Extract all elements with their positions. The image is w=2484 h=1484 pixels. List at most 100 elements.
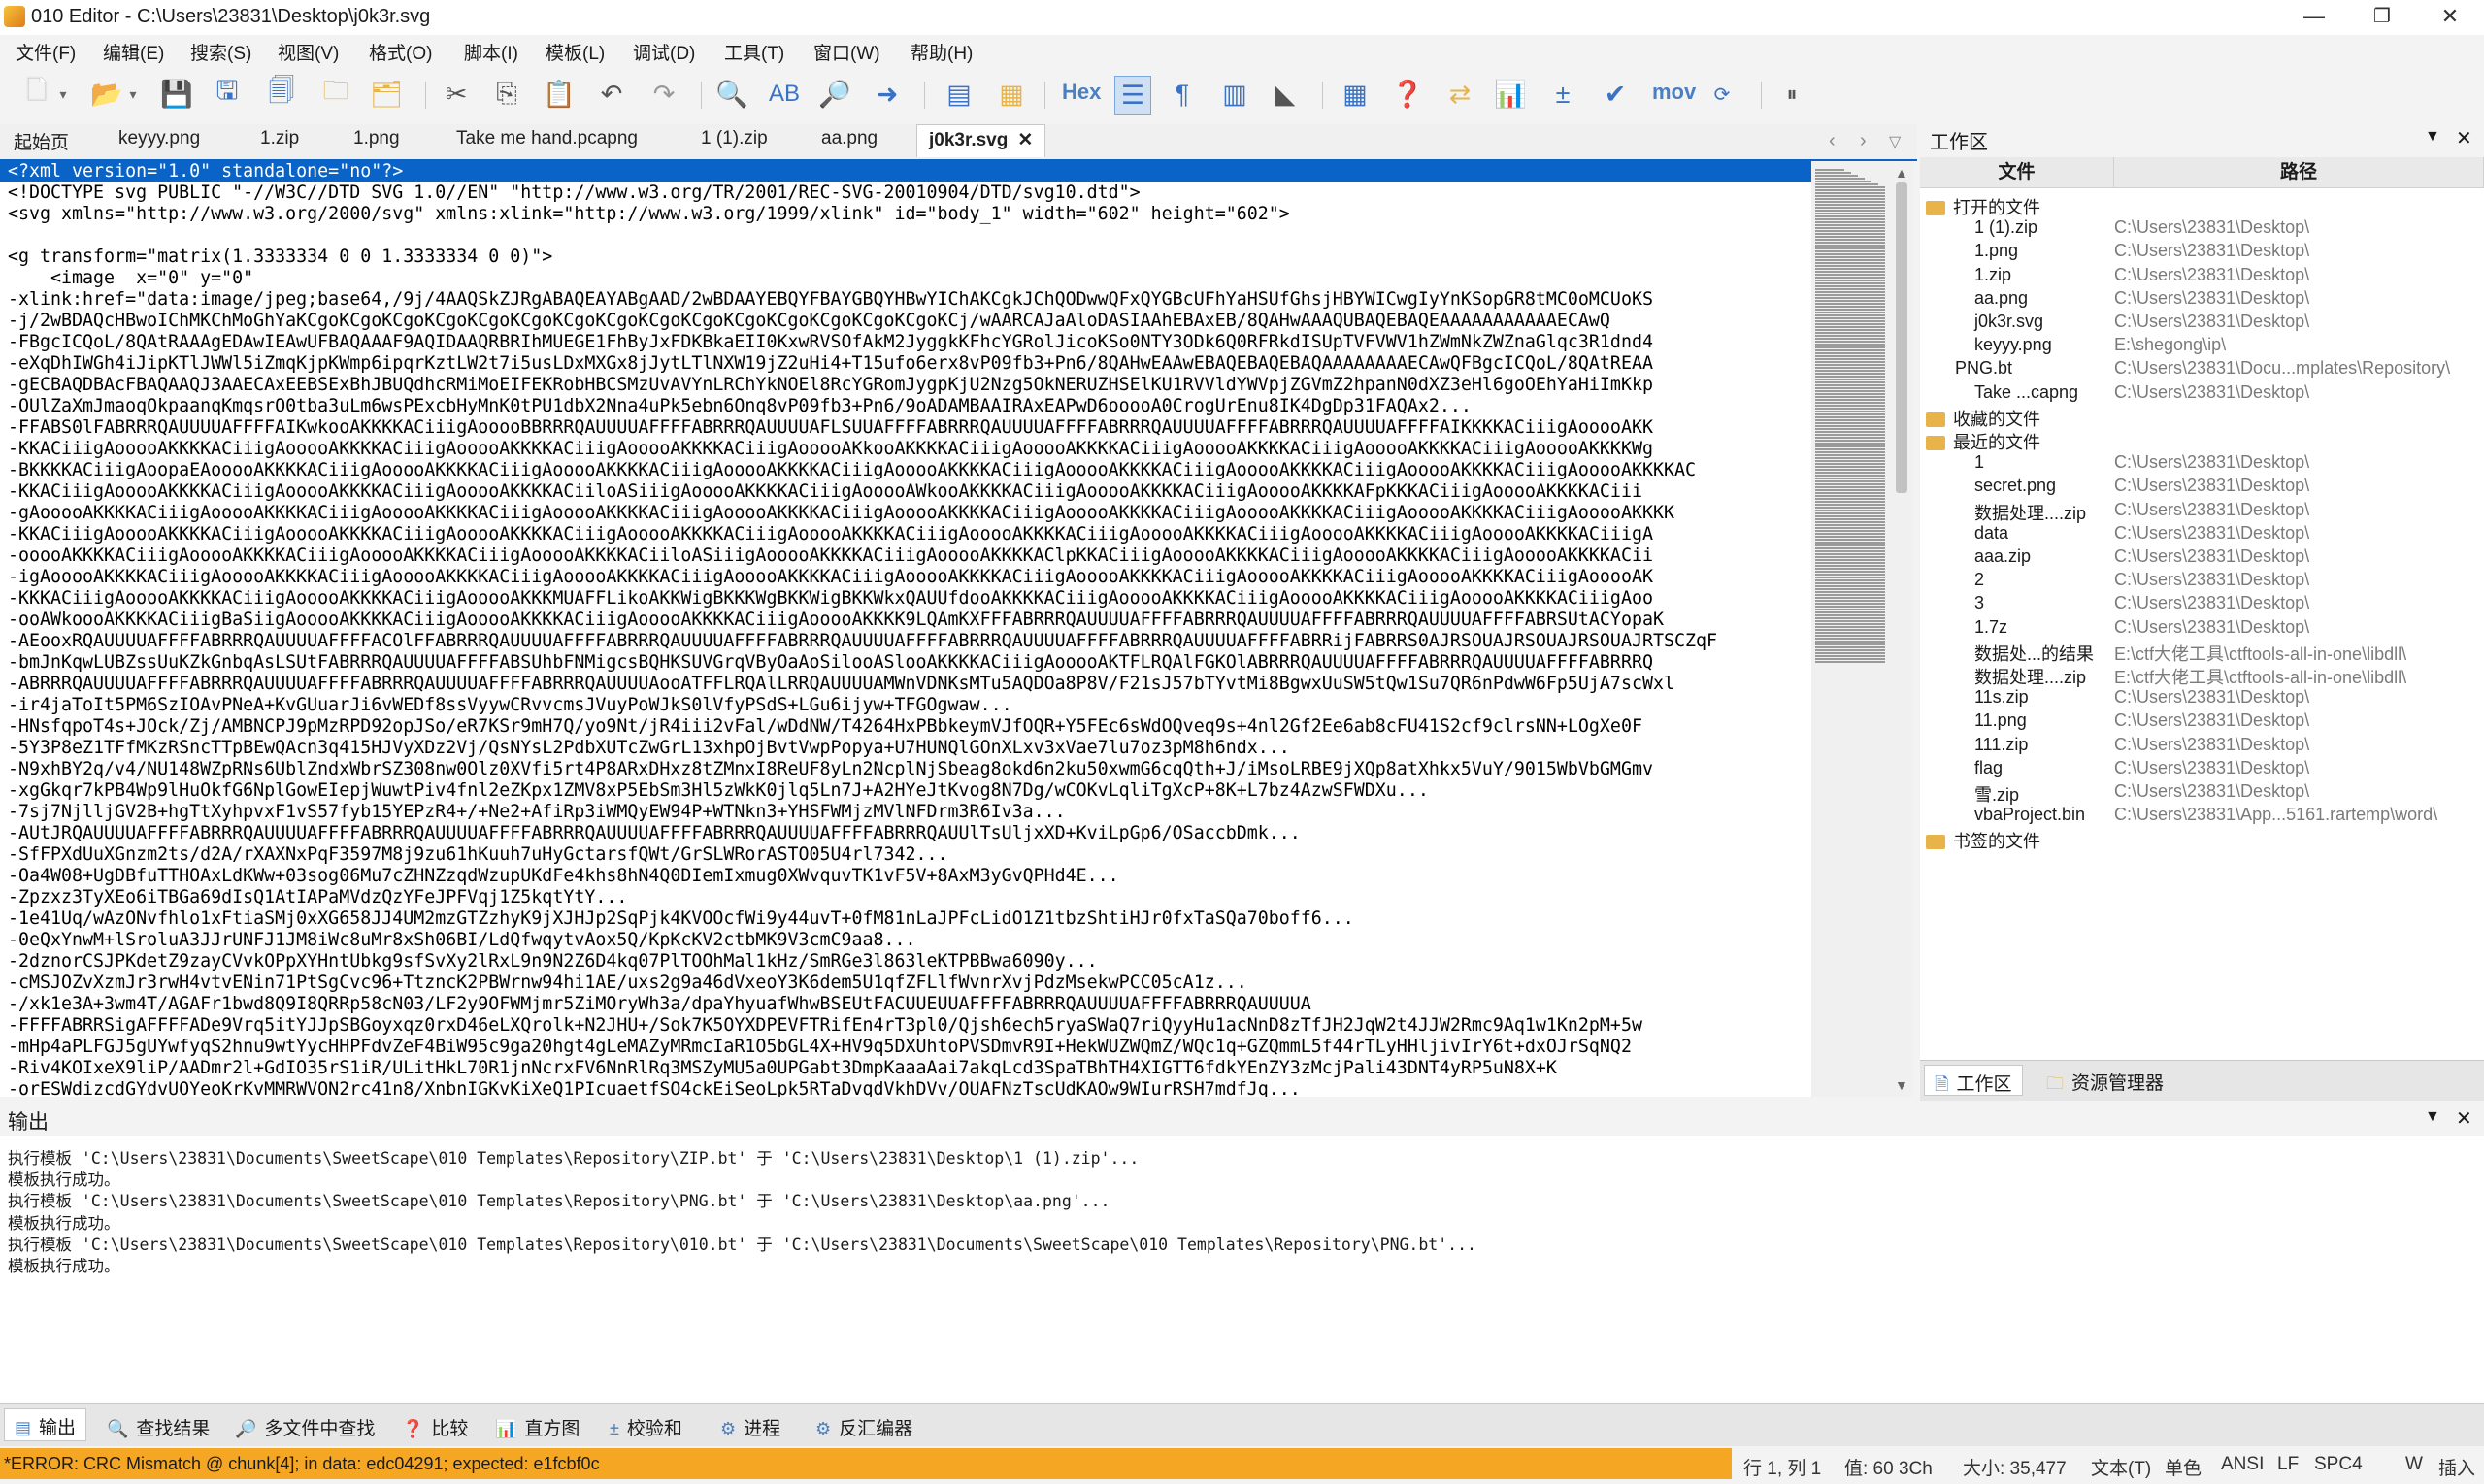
editor-line[interactable]: -SfFPXdUuXGnzm2ts/d2A/rXAXNxPqF3597M8j9z… [8, 844, 948, 866]
calculator-icon[interactable]: ▦ [1338, 76, 1373, 113]
editor-line[interactable]: -N9xhBY2q/v4/NU148WZpRNs6UblZndxWbrSZ308… [8, 759, 1653, 780]
inspector-icon[interactable]: ❓ [1390, 76, 1425, 113]
menu-script[interactable]: 脚本(I) [464, 39, 518, 65]
editor-line[interactable]: -1e41Uq/wAzONvfhlo1xFtiaSMj0xXG658JJ4UM2… [8, 908, 1354, 930]
workspace-file-row[interactable]: 雪.zip C:\Users\23831\Desktop\ [1920, 779, 2484, 805]
open-file-icon[interactable]: 📂 [89, 76, 124, 113]
group-recent-files[interactable]: 最近的文件 [1920, 427, 2484, 452]
open-folder-icon[interactable]: 🗀 [318, 76, 353, 113]
tab-take-me-hand-pcapng[interactable]: Take me hand.pcapng [456, 128, 638, 149]
hex-mode-button[interactable]: Hex [1062, 80, 1101, 105]
editor-line[interactable]: -ooAWkoooAKKKKACiiigBaSiigAooooAKKKKACii… [8, 610, 1664, 631]
editor-line[interactable]: -eXqDhIWGh4iJipKTlJWWl5iZmqKjpKWmp6ipqrK… [8, 353, 1653, 375]
cursor-position[interactable]: 行 1, 列 1 [1743, 1454, 1821, 1480]
editor-line[interactable]: -igAooooAKKKKACiiigAooooAKKKKACiiigAoooo… [8, 567, 1653, 588]
workspace-file-row[interactable]: 数据处理....zip C:\Users\23831\Desktop\ [1920, 498, 2484, 523]
editor-line[interactable]: -Oa4W08+UgDBfuTTHOAxLdKWw+03sog06Mu7cZHN… [8, 866, 1119, 887]
tab-compare[interactable]: ❓ 比较 [402, 1414, 468, 1440]
tab-list-dropdown-icon[interactable]: ▽ [1889, 132, 1901, 151]
tab-find-in-files[interactable]: 🔎 多文件中查找 [235, 1414, 375, 1440]
workspace-file-row[interactable]: 111.zip C:\Users\23831\Desktop\ [1920, 733, 2484, 756]
tab-find-results[interactable]: 🔍 查找结果 [107, 1414, 210, 1440]
editor-line[interactable]: -cMSJOZvXzmJr3rwH4vtvENin71PtSgCvc96+Ttz… [8, 973, 1247, 994]
write-mode[interactable]: W [2405, 1454, 2423, 1475]
group-favorites[interactable]: 收藏的文件 [1920, 404, 2484, 429]
editor-line[interactable]: -5Y3P8eZ1TFfMKzRSncTTpBEwQAcn3q415HJVyXD… [8, 738, 1290, 759]
tab-output[interactable]: ▤ 输出 [4, 1408, 87, 1441]
find-in-files-icon[interactable]: 🔎 [817, 76, 852, 113]
tab-1-zip[interactable]: 1.zip [260, 128, 299, 149]
editor-line[interactable]: -BKKKKACiiigAoopaEAooooAKKKKACiiigAooooA… [8, 460, 1696, 481]
editor-line[interactable]: -/xk1e3A+3wm4T/AGAFr1bwd8Q9I8QRRp58cN03/… [8, 994, 1311, 1015]
group-open-files[interactable]: 打开的文件 [1920, 192, 2484, 217]
editor-line[interactable]: <?xml version="1.0" standalone="no"?> [8, 161, 403, 182]
scroll-down-icon[interactable]: ▼ [1895, 1077, 1908, 1093]
compare-icon[interactable]: ⇄ [1442, 76, 1477, 113]
editor-line[interactable]: -KKACiiigAooooAKKKKACiiigAooooAKKKKACiii… [8, 524, 1653, 545]
workspace-file-row[interactable]: Take ...capng C:\Users\23831\Desktop\ [1920, 380, 2484, 404]
editor-line[interactable]: <svg xmlns="http://www.w3.org/2000/svg" … [8, 204, 1290, 225]
insert-mode[interactable]: 插入 [2438, 1454, 2475, 1480]
line-ending[interactable]: LF [2277, 1454, 2299, 1475]
editor-line[interactable]: -gAooooAKKKKACiiigAooooAKKKKACiiigAooooA… [8, 503, 1674, 524]
editor-vertical-scrollbar[interactable]: ▲ ▼ [1891, 161, 1912, 1097]
open-file-dropdown-icon[interactable]: ▾ [124, 76, 142, 113]
close-panel-icon[interactable]: ✕ [2456, 1106, 2472, 1131]
text-editor[interactable]: <?xml version="1.0" standalone="no"?> <!D… [0, 161, 1811, 1097]
workspace-folders-icon[interactable]: 🗂 [369, 76, 404, 113]
menu-window[interactable]: 窗口(W) [813, 39, 880, 65]
editor-line[interactable]: -AUtJRQAUUUUAFFFFABRRRQAUUUUAFFFFABRRRQA… [8, 823, 1301, 844]
tab-histogram[interactable]: 📊 直方图 [495, 1414, 580, 1440]
group-bookmarks[interactable]: 书签的文件 [1920, 826, 2484, 851]
editor-line[interactable]: <image x="0" y="0" [8, 268, 253, 289]
menu-debug[interactable]: 调试(D) [633, 39, 695, 65]
workspace-file-row[interactable]: 数据处理....zip E:\ctf大佬工具\ctftools-all-in-on… [1920, 662, 2484, 687]
editor-line[interactable]: -7sj7NjlljGV2B+hgTtXyhpvxF1vS57fyb15YEPz… [8, 802, 1066, 823]
close-tab-icon[interactable]: ✕ [1017, 129, 1033, 151]
workspace-file-row[interactable]: 3 C:\Users\23831\Desktop\ [1920, 591, 2484, 614]
new-file-dropdown-icon[interactable]: ▾ [54, 76, 72, 113]
close-window-button[interactable]: ✕ [2416, 0, 2484, 35]
tab-workspace[interactable]: 🗎 工作区 [1924, 1065, 2023, 1096]
editor-line[interactable]: -2dznorCSJPKdetZ9zayCVvkOPpXYHntUbkg9sfS… [8, 951, 1098, 973]
tab-scroll-left-icon[interactable]: ‹ [1829, 130, 1836, 152]
tab-1-png[interactable]: 1.png [353, 128, 400, 149]
output-log[interactable]: 执行模板 'C:\Users\23831\Documents\SweetScap… [0, 1136, 2484, 1403]
editor-line[interactable]: -KKKACiiigAooooAKKKKACiiigAooooAKKKKACii… [8, 588, 1653, 610]
editor-line[interactable]: <!DOCTYPE svg PUBLIC "-//W3C//DTD SVG 1.… [8, 182, 1141, 204]
workspace-file-row[interactable]: 数据处...的结果 E:\ctf大佬工具\ctftools-all-in-one\… [1920, 639, 2484, 664]
workspace-file-row[interactable]: 1 C:\Users\23831\Desktop\ [1920, 450, 2484, 474]
workspace-file-row[interactable]: 2 C:\Users\23831\Desktop\ [1920, 568, 2484, 591]
tab-setting[interactable]: SPC4 [2314, 1454, 2363, 1475]
column-header-file[interactable]: 文件 [1920, 157, 2114, 188]
menu-search[interactable]: 搜索(S) [190, 39, 251, 65]
workspace-file-row[interactable]: 11.png C:\Users\23831\Desktop\ [1920, 709, 2484, 732]
editor-line[interactable]: -AEooxRQAUUUUAFFFFABRRRQAUUUUAFFFFACOlFF… [8, 631, 1717, 652]
tab-checksum[interactable]: ± 校验和 [610, 1414, 682, 1440]
editor-line[interactable]: -KKACiiigAooooAKKKKACiiigAooooAKKKKACiii… [8, 481, 1642, 503]
editor-line[interactable]: -xlink:href="data:image/jpeg;base64,/9j/… [8, 289, 1653, 311]
tab-processes[interactable]: ⚙ 进程 [720, 1414, 780, 1440]
editor-line[interactable]: -ooooAKKKKACiiigAooooAKKKKACiiigAooooAKK… [8, 545, 1653, 567]
workspace-file-row[interactable]: data C:\Users\23831\Desktop\ [1920, 521, 2484, 544]
base-converter-icon[interactable]: ⟳ [1705, 76, 1739, 113]
workspace-file-row[interactable]: 11s.zip C:\Users\23831\Desktop\ [1920, 685, 2484, 709]
encoding[interactable]: ANSI [2221, 1454, 2264, 1475]
editor-line[interactable]: -xgGkqr7kPB4Wp9lHuOkfG6NplGowEIepjWuwtPi… [8, 780, 1429, 802]
scroll-up-icon[interactable]: ▲ [1895, 165, 1908, 181]
goto-icon[interactable]: ➜ [870, 76, 905, 113]
text-mode-icon[interactable]: ☰ [1114, 76, 1151, 115]
panel-menu-icon[interactable]: ▼ [2425, 1108, 2440, 1126]
save-icon[interactable]: 💾 [159, 76, 194, 113]
editor-line[interactable]: -mHp4aPLFGJ5gUYwfyqS2hnu9wtYycHHPFdvZeF4… [8, 1037, 1632, 1058]
editor-line[interactable]: -FFABS0lFABRRRQAUUUUAFFFFAIKwkooAKKKKACi… [8, 417, 1653, 439]
tab-start-page[interactable]: 起始页 [14, 128, 69, 154]
redo-icon[interactable]: ↷ [646, 76, 681, 113]
menu-format[interactable]: 格式(O) [369, 39, 432, 65]
columns-icon[interactable]: ▥ [1217, 76, 1252, 113]
editor-line[interactable]: -FFFFABRRSigAFFFFADe9Vrq5itYJJpSBGoyxqz0… [8, 1015, 1642, 1037]
tab-disassembler[interactable]: ⚙ 反汇编器 [815, 1414, 912, 1440]
editor-line[interactable]: -Riv4KOIxeX9liP/AADmr2l+GdIO35rS1iR/ULit… [8, 1058, 1557, 1079]
pause-icon[interactable]: ⏸ [1774, 76, 1809, 113]
menu-template[interactable]: 模板(L) [546, 39, 605, 65]
